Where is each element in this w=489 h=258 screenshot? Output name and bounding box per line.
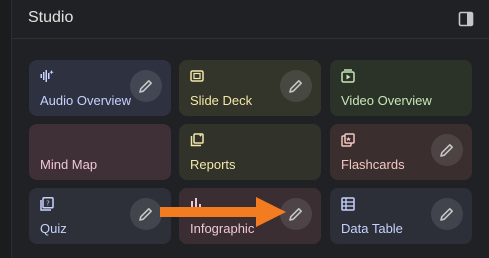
video-icon [341,69,355,83]
pencil-icon [289,80,302,93]
flashcards-icon [341,133,355,147]
card-label: Reports [190,157,236,172]
quiz-card[interactable]: ? Quiz [29,188,171,244]
audio-waveform-icon [40,69,54,83]
flashcards-card[interactable]: Flashcards [330,124,472,180]
edit-button[interactable] [280,70,312,102]
card-label: Slide Deck [190,93,253,108]
slides-icon [190,69,204,83]
slide-deck-card[interactable]: Slide Deck [179,60,321,116]
card-label: Data Table [341,221,403,236]
reports-icon [190,133,204,147]
studio-header: Studio [12,0,489,38]
edit-button[interactable] [130,198,162,230]
audio-overview-card[interactable]: Audio Overview [29,60,171,116]
edit-button[interactable] [130,70,162,102]
quiz-icon: ? [40,197,54,211]
card-label: Quiz [40,221,67,236]
svg-text:?: ? [46,200,50,208]
card-label: Audio Overview [40,93,132,108]
edit-button[interactable] [431,198,463,230]
card-label: Video Overview [341,93,432,108]
collapse-panel-icon[interactable] [458,11,474,27]
annotation-arrow [160,197,286,227]
edit-button[interactable] [431,134,463,166]
header-divider [12,38,489,39]
pencil-icon [289,208,302,221]
table-icon [341,197,355,211]
pencil-icon [440,144,453,157]
mind-map-card[interactable]: Mind Map [29,124,171,180]
pencil-icon [139,208,152,221]
card-label: Mind Map [40,157,98,172]
video-overview-card[interactable]: Video Overview [330,60,472,116]
reports-card[interactable]: Reports [179,124,321,180]
pencil-icon [139,80,152,93]
panel-title: Studio [28,9,74,26]
data-table-card[interactable]: Data Table [330,188,472,244]
pencil-icon [440,208,453,221]
card-label: Flashcards [341,157,405,172]
